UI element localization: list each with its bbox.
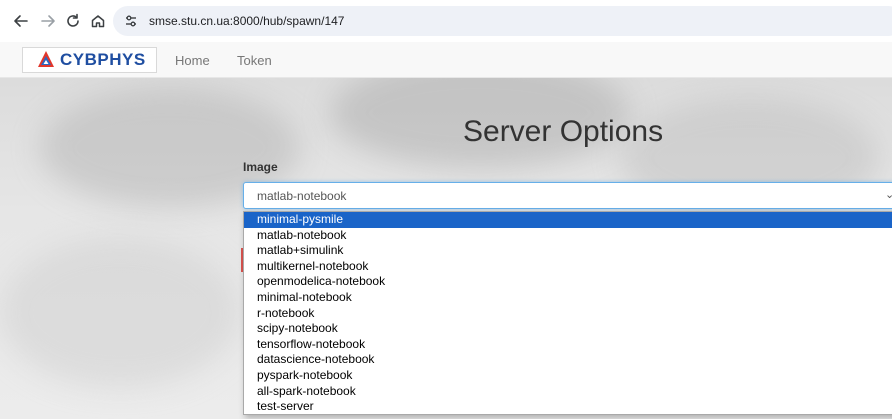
main-content: Server Options Image matlab-notebook ⌄ m…	[0, 78, 892, 419]
page-title: Server Options	[463, 115, 664, 148]
chevron-down-icon[interactable]: ⌄	[885, 188, 892, 201]
browser-toolbar: smse.stu.cn.ua:8000/hub/spawn/147	[0, 0, 892, 42]
dropdown-option[interactable]: matlab-notebook	[244, 228, 892, 244]
nav-link-home[interactable]: Home	[175, 53, 210, 68]
forward-arrow-icon[interactable]	[37, 10, 59, 32]
logo-text: CYBPHYS	[60, 50, 146, 69]
dropdown-option[interactable]: all-spark-notebook	[244, 384, 892, 400]
back-arrow-icon[interactable]	[10, 10, 32, 32]
dropdown-option[interactable]: datascience-notebook	[244, 352, 892, 368]
dropdown-option[interactable]: minimal-notebook	[244, 290, 892, 306]
image-dropdown-list: minimal-pysmile matlab-notebook matlab+s…	[243, 211, 892, 415]
dropdown-option[interactable]: test-server	[244, 399, 892, 415]
dropdown-option[interactable]: r-notebook	[244, 306, 892, 322]
nav-link-token[interactable]: Token	[237, 53, 272, 68]
dropdown-option[interactable]: minimal-pysmile	[244, 212, 892, 228]
dropdown-option[interactable]: matlab+simulink	[244, 243, 892, 259]
url-text[interactable]: smse.stu.cn.ua:8000/hub/spawn/147	[149, 14, 344, 28]
reload-icon[interactable]	[62, 10, 84, 32]
cybphys-logo[interactable]: CYBPHYS	[22, 47, 157, 73]
site-settings-icon[interactable]	[123, 13, 139, 29]
dropdown-option[interactable]: scipy-notebook	[244, 321, 892, 337]
logo-mark-icon	[38, 51, 54, 67]
background-texture	[0, 238, 240, 388]
image-label: Image	[243, 160, 278, 174]
image-select-value: matlab-notebook	[257, 189, 347, 203]
app-navbar: CYBPHYS Home Token	[0, 42, 892, 78]
address-bar[interactable]: smse.stu.cn.ua:8000/hub/spawn/147	[113, 6, 892, 36]
dropdown-option[interactable]: multikernel-notebook	[244, 259, 892, 275]
dropdown-option[interactable]: openmodelica-notebook	[244, 274, 892, 290]
image-select[interactable]: matlab-notebook ⌄	[243, 182, 892, 209]
dropdown-option[interactable]: pyspark-notebook	[244, 368, 892, 384]
home-icon[interactable]	[87, 10, 109, 32]
dropdown-option[interactable]: tensorflow-notebook	[244, 337, 892, 353]
